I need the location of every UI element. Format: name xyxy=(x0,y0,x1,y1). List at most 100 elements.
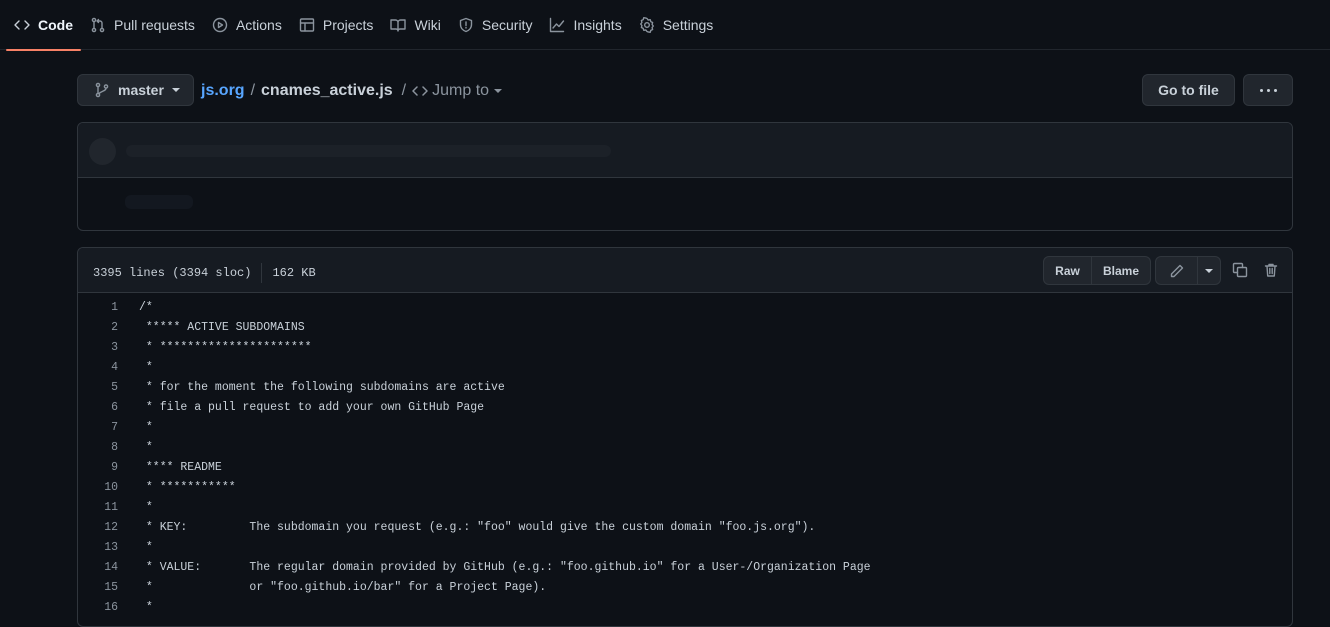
line-number[interactable]: 14 xyxy=(78,561,118,574)
latest-commit-box xyxy=(77,122,1293,231)
code-line: 10 * *********** xyxy=(78,477,1292,497)
chevron-down-icon xyxy=(171,88,180,92)
line-content: * for the moment the following subdomain… xyxy=(139,380,505,394)
tab-pull-requests-label: Pull requests xyxy=(114,16,195,33)
code-line: 1 /* xyxy=(78,297,1292,317)
pencil-icon xyxy=(1170,264,1183,277)
tab-pull-requests[interactable]: Pull requests xyxy=(82,0,203,50)
code-line: 9 **** README xyxy=(78,457,1292,477)
edit-options-dropdown[interactable] xyxy=(1198,256,1221,285)
line-number[interactable]: 6 xyxy=(78,401,118,414)
jump-to-label: Jump to xyxy=(432,82,490,99)
tab-security[interactable]: Security xyxy=(450,0,541,50)
line-content: * KEY: The subdomain you request (e.g.: … xyxy=(139,520,816,534)
edit-group xyxy=(1155,256,1221,285)
file-viewer: 3395 lines (3394 sloc) 162 KB Raw Blame … xyxy=(77,247,1293,627)
shield-icon xyxy=(459,17,473,32)
projects-table-icon xyxy=(299,17,315,32)
chevron-down-icon xyxy=(494,89,503,93)
tab-code-label: Code xyxy=(38,16,73,33)
tab-insights[interactable]: Insights xyxy=(541,0,629,50)
branch-selector-button[interactable]: master xyxy=(77,74,194,106)
code-line: 6 * file a pull request to add your own … xyxy=(78,397,1292,417)
copy-raw-button[interactable] xyxy=(1230,260,1250,280)
line-number[interactable]: 12 xyxy=(78,521,118,534)
line-content: * xyxy=(139,540,153,554)
breadcrumb-separator-2: / xyxy=(401,82,407,99)
line-number[interactable]: 10 xyxy=(78,481,118,494)
breadcrumb: js.org / cnames_active.js / Jump to xyxy=(201,80,503,102)
file-info: 3395 lines (3394 sloc) 162 KB xyxy=(93,263,316,283)
line-number[interactable]: 2 xyxy=(78,321,118,334)
code-icon xyxy=(14,19,30,30)
tab-settings[interactable]: Settings xyxy=(631,0,722,50)
line-number[interactable]: 15 xyxy=(78,581,118,594)
code-line: 3 * ********************** xyxy=(78,337,1292,357)
line-number[interactable]: 11 xyxy=(78,501,118,514)
graph-icon xyxy=(550,17,565,32)
kebab-dot-icon xyxy=(1273,88,1277,92)
contributors-placeholder xyxy=(125,195,193,209)
line-number[interactable]: 5 xyxy=(78,381,118,394)
code-line: 2 ***** ACTIVE SUBDOMAINS xyxy=(78,317,1292,337)
jump-to-button[interactable]: Jump to xyxy=(412,82,503,100)
code-line: 7 * xyxy=(78,417,1292,437)
avatar-placeholder xyxy=(89,138,116,165)
line-content: * ********************** xyxy=(139,340,312,354)
tab-code[interactable]: Code xyxy=(6,0,81,51)
tab-security-label: Security xyxy=(481,16,533,33)
blame-button[interactable]: Blame xyxy=(1092,256,1151,285)
line-content: * xyxy=(139,440,153,454)
tab-projects[interactable]: Projects xyxy=(291,0,382,50)
code-line: 4 * xyxy=(78,357,1292,377)
line-number[interactable]: 7 xyxy=(78,421,118,434)
git-branch-icon xyxy=(95,82,109,98)
line-number[interactable]: 9 xyxy=(78,461,118,474)
commit-header xyxy=(78,123,1292,178)
chevron-down-icon xyxy=(1205,268,1213,273)
line-number[interactable]: 1 xyxy=(78,301,118,314)
line-content: * xyxy=(139,600,153,614)
line-number[interactable]: 3 xyxy=(78,341,118,354)
edit-file-button[interactable] xyxy=(1155,256,1198,285)
code-line: 11 * xyxy=(78,497,1292,517)
divider xyxy=(261,263,263,283)
line-content: * VALUE: The regular domain provided by … xyxy=(139,560,871,574)
tab-wiki-label: Wiki xyxy=(414,16,441,33)
line-number[interactable]: 16 xyxy=(78,601,118,614)
tab-projects-label: Projects xyxy=(322,16,374,33)
commit-message-placeholder xyxy=(126,145,611,157)
line-content: **** README xyxy=(139,460,222,474)
tab-actions[interactable]: Actions xyxy=(204,0,290,50)
file-line-count: 3395 lines (3394 sloc) xyxy=(93,266,252,280)
raw-blame-group: Raw Blame xyxy=(1043,256,1151,285)
tab-actions-label: Actions xyxy=(235,16,282,33)
raw-button[interactable]: Raw xyxy=(1043,256,1092,285)
go-to-file-button[interactable]: Go to file xyxy=(1142,74,1235,106)
copy-icon xyxy=(1232,262,1248,278)
code-line: 13 * xyxy=(78,537,1292,557)
line-content: * or "foo.github.io/bar" for a Project P… xyxy=(139,580,547,594)
breadcrumb-repo-link[interactable]: js.org xyxy=(201,82,245,100)
code-line: 12 * KEY: The subdomain you request (e.g… xyxy=(78,517,1292,537)
line-number[interactable]: 13 xyxy=(78,541,118,554)
line-number[interactable]: 4 xyxy=(78,361,118,374)
code-line: 5 * for the moment the following subdoma… xyxy=(78,377,1292,397)
pull-request-icon xyxy=(91,17,105,32)
gear-icon xyxy=(639,16,654,33)
tab-insights-label: Insights xyxy=(573,16,622,33)
branch-name: master xyxy=(118,82,164,98)
repo-nav: Code Pull requests Actions Projects Wiki… xyxy=(0,0,1330,51)
code-icon xyxy=(412,86,428,96)
line-content: * xyxy=(139,360,153,374)
kebab-dot-icon xyxy=(1266,88,1270,92)
line-content: * xyxy=(139,500,153,514)
tab-wiki[interactable]: Wiki xyxy=(382,0,448,50)
line-number[interactable]: 8 xyxy=(78,441,118,454)
trash-icon xyxy=(1264,263,1278,277)
line-content: /* xyxy=(139,300,153,314)
delete-file-button[interactable] xyxy=(1261,260,1281,280)
code-line: 8 * xyxy=(78,437,1292,457)
tab-settings-label: Settings xyxy=(662,16,714,33)
more-options-button[interactable] xyxy=(1243,74,1293,106)
